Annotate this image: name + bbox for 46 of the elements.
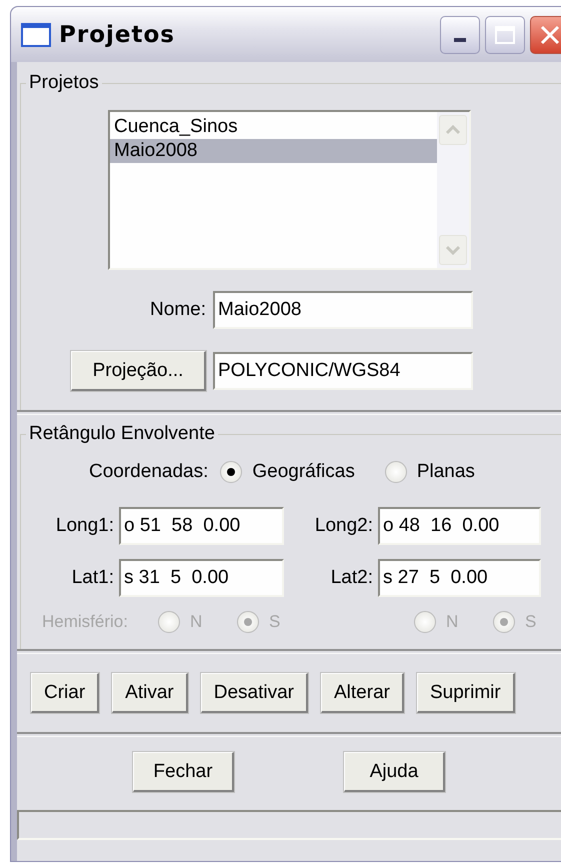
chevron-up-icon — [446, 125, 460, 135]
list-item[interactable]: Maio2008 — [110, 139, 437, 163]
projection-field[interactable]: POLYCONIC/WGS84 — [213, 352, 473, 390]
action-button[interactable]: Alterar — [321, 673, 404, 713]
group-title: Projetos — [28, 72, 100, 94]
close-button[interactable] — [530, 16, 561, 54]
maximize-icon — [495, 24, 515, 44]
radio-label: N — [446, 612, 458, 632]
field-label: Long1: — [54, 515, 114, 537]
action-button[interactable]: Ativar — [112, 673, 188, 713]
radio-button[interactable] — [220, 461, 242, 483]
field-label: Lat1: — [70, 567, 114, 589]
radio-label: Planas — [416, 461, 475, 483]
projection-button[interactable]: Projeção... — [71, 351, 206, 391]
action-button[interactable]: Criar — [31, 673, 100, 713]
action-button[interactable]: Suprimir — [416, 673, 515, 713]
group-title: Retângulo Envolvente — [28, 423, 216, 445]
chevron-down-icon — [446, 245, 460, 255]
coordinate-field[interactable]: s 31 5 0.00 — [119, 559, 284, 597]
coordinates-label: Coordenadas: — [89, 461, 208, 483]
coordinate-field[interactable]: o 51 58 0.00 — [119, 507, 284, 545]
dialog-button[interactable]: Fechar — [133, 752, 234, 792]
close-icon — [539, 24, 561, 46]
minimize-button[interactable] — [440, 16, 480, 54]
coordinate-field[interactable]: s 27 5 0.00 — [378, 559, 541, 597]
hemisphere-label: Hemisfério: — [42, 612, 129, 632]
field-label: Lat2: — [330, 567, 373, 589]
action-button[interactable]: Desativar — [200, 673, 308, 713]
name-field[interactable]: Maio2008 — [213, 291, 473, 329]
scroll-up-button[interactable] — [439, 115, 467, 145]
radio-label: S — [525, 612, 536, 632]
scroll-down-button[interactable] — [439, 235, 467, 265]
field-label: Nome: — [149, 299, 206, 321]
radio-label: Geográficas — [252, 461, 355, 483]
radio-button[interactable] — [384, 461, 407, 483]
maximize-button[interactable] — [485, 16, 525, 54]
window-icon — [21, 22, 51, 46]
project-list[interactable]: Cuenca_Sinos Maio2008 — [108, 110, 471, 270]
coordinate-field[interactable]: o 48 16 0.00 — [378, 507, 541, 545]
dialog-button[interactable]: Ajuda — [344, 752, 445, 792]
radio-label: S — [269, 612, 280, 632]
window-title: Projetos — [59, 22, 176, 48]
field-label: Long2: — [314, 515, 373, 537]
radio-label: N — [190, 612, 202, 632]
minimize-icon — [454, 38, 466, 42]
list-item[interactable]: Cuenca_Sinos — [110, 115, 437, 139]
